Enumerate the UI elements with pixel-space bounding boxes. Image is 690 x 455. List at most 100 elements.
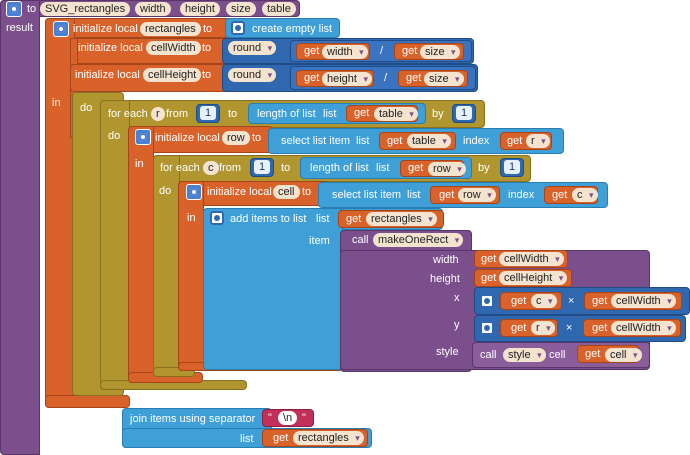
init-row-to-label: to <box>252 132 262 144</box>
multiply-y-mutator-icon[interactable] <box>480 321 494 335</box>
get-size-dropdown-1[interactable]: size <box>420 45 460 59</box>
init-rectangles-label: initialize local <box>73 23 138 35</box>
num-by-c[interactable]: 1 <box>504 160 520 174</box>
result-label: result <box>83 413 110 425</box>
num-by-r[interactable]: 1 <box>456 106 472 120</box>
add-items-label: add items to list <box>230 213 307 225</box>
init-cellheight-to-label: to <box>202 69 212 81</box>
arg-x-label: x <box>454 292 460 304</box>
get-size-dropdown-2[interactable]: size <box>424 72 464 86</box>
select-list-item-cell-label: select list item <box>332 189 402 201</box>
foreach-c-from-label: from <box>219 162 241 174</box>
get-r-y-dropdown[interactable]: r <box>531 321 555 335</box>
call-label: call <box>352 234 369 246</box>
foreach-r-spine <box>100 100 130 390</box>
join-list-label: list <box>240 433 254 445</box>
init-cell-mutator-icon[interactable] <box>186 184 202 200</box>
foreach-c-var[interactable]: c <box>203 161 219 175</box>
get-width-dropdown[interactable]: width <box>322 45 368 59</box>
get-cell-dropdown[interactable]: cell <box>605 348 642 362</box>
length-of-list-r-list-label: list <box>323 108 337 120</box>
foreach-r-var[interactable]: r <box>151 107 165 121</box>
get-cellwidth-y-get-label: get <box>592 322 608 334</box>
init-cellwidth-to-label: to <box>202 42 212 54</box>
style-proc-dropdown[interactable]: style <box>503 348 546 362</box>
procedure-to-label: to <box>27 3 37 15</box>
get-rectangles-dropdown-2[interactable]: rectangles <box>293 431 364 445</box>
separator-close-quote: " <box>302 412 306 424</box>
divide-operator-2[interactable]: / <box>384 71 387 85</box>
foreach-c-do-label: do <box>159 185 172 197</box>
get-row-dropdown-1[interactable]: row <box>428 162 466 176</box>
get-row-dropdown-2[interactable]: row <box>458 188 496 202</box>
get-table-dropdown-2[interactable]: table <box>407 134 451 148</box>
init-cellwidth-var[interactable]: cellWidth <box>146 41 201 55</box>
param-table[interactable]: table <box>262 2 296 16</box>
init-rectangles-mutator-icon[interactable] <box>53 21 69 37</box>
makeonerect-proc-dropdown[interactable]: makeOneRect <box>373 233 464 247</box>
get-cell-get-label: get <box>585 348 601 360</box>
get-c-dropdown[interactable]: c <box>572 188 598 202</box>
add-items-spine <box>203 208 343 370</box>
procedure-name-field[interactable]: SVG_rectangles <box>40 2 131 16</box>
get-width-get-label: get <box>304 45 320 57</box>
init-cell-var[interactable]: cell <box>273 185 300 199</box>
procedure-mutator-icon[interactable] <box>6 1 22 17</box>
get-table-get-label-2: get <box>387 135 403 147</box>
select-cell-index-label: index <box>508 189 535 201</box>
get-cellwidth-arg-dropdown[interactable]: cellWidth <box>499 252 564 266</box>
style-cell-param-label: cell <box>549 349 566 361</box>
get-cellwidth-y-dropdown[interactable]: cellWidth <box>611 321 676 335</box>
init-rectangles-var[interactable]: rectangles <box>140 22 201 36</box>
foreach-c-to-label: to <box>281 162 291 174</box>
call-style-call-label: call <box>480 349 497 361</box>
init-row-label: initialize local <box>155 132 220 144</box>
get-cellheight-arg-dropdown[interactable]: cellHeight <box>499 271 568 285</box>
multiply-y-operator[interactable]: × <box>566 321 572 335</box>
param-height[interactable]: height <box>180 2 220 16</box>
length-of-list-c-label: length of list <box>310 162 369 174</box>
procedure-body-spine <box>0 0 40 455</box>
get-rectangles-get-label-2: get <box>273 432 289 444</box>
param-width[interactable]: width <box>135 2 171 16</box>
get-height-get-label: get <box>304 72 320 84</box>
do-label: do <box>80 102 93 114</box>
get-rectangles-dropdown-1[interactable]: rectangles <box>366 212 437 226</box>
foreach-r-do-label: do <box>108 130 121 142</box>
get-c-x-dropdown[interactable]: c <box>531 294 557 308</box>
add-items-mutator-icon[interactable] <box>210 211 224 225</box>
create-list-mutator-icon[interactable] <box>231 21 245 35</box>
select-list-item-row-label: select list item <box>281 135 351 147</box>
foreach-c-by-label: by <box>478 162 490 174</box>
length-of-list-r-label: length of list <box>257 108 316 120</box>
multiply-x-operator[interactable]: × <box>568 294 574 308</box>
round-cellheight-dropdown[interactable]: round <box>228 68 277 82</box>
arg-height-label: height <box>430 273 460 285</box>
arg-style-label: style <box>436 346 459 358</box>
foreach-r-by-label: by <box>432 108 444 120</box>
round-cellwidth-dropdown[interactable]: round <box>228 41 277 55</box>
init-cellheight-label: initialize local <box>75 69 140 81</box>
get-r-dropdown[interactable]: r <box>526 134 550 148</box>
get-table-get-label-1: get <box>354 107 370 119</box>
foreach-c-label: for each <box>160 162 200 174</box>
get-table-dropdown-1[interactable]: table <box>374 107 418 121</box>
init-cell-to-label: to <box>302 186 312 198</box>
get-height-dropdown[interactable]: height <box>322 72 372 86</box>
divide-operator[interactable]: / <box>380 44 383 58</box>
select-row-list-label: list <box>356 135 370 147</box>
separator-text-field[interactable]: \n <box>278 411 298 425</box>
param-size[interactable]: size <box>226 2 256 16</box>
get-row-get-label-1: get <box>408 162 424 174</box>
get-cellwidth-x-dropdown[interactable]: cellWidth <box>611 294 676 308</box>
num-from-c[interactable]: 1 <box>254 160 270 174</box>
init-row-mutator-icon[interactable] <box>135 129 151 145</box>
num-from-r[interactable]: 1 <box>200 106 216 120</box>
init-cellwidth-label: initialize local <box>78 42 143 54</box>
init-row-var[interactable]: row <box>222 131 250 145</box>
add-items-list-label: list <box>316 213 330 225</box>
multiply-x-mutator-icon[interactable] <box>480 294 494 308</box>
add-items-item-label: item <box>309 235 330 247</box>
arg-y-label: y <box>454 319 460 331</box>
init-cellheight-var[interactable]: cellHeight <box>143 68 202 82</box>
